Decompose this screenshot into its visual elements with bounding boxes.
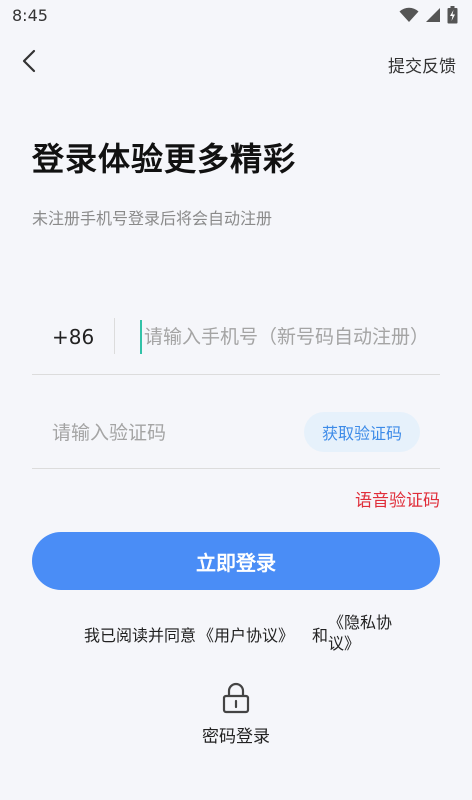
feedback-link[interactable]: 提交反馈 <box>388 52 456 77</box>
chevron-left-icon <box>22 49 36 77</box>
phone-input[interactable] <box>140 320 432 354</box>
agreement: 我已阅读并同意 《用户协议》 和 《隐私协议》 <box>50 612 420 656</box>
page-subtitle: 未注册手机号登录后将会自动注册 <box>32 209 273 228</box>
status-bar: 8:45 <box>0 0 472 34</box>
page-title: 登录体验更多精彩 <box>32 140 297 178</box>
verification-code-input[interactable] <box>52 416 282 450</box>
privacy-policy-link[interactable]: 《隐私协议》 <box>328 612 396 654</box>
password-login-label: 密码登录 <box>202 727 270 747</box>
user-agreement-link[interactable]: 《用户协议》 <box>198 622 294 646</box>
status-icons <box>399 6 458 24</box>
code-field-row: 获取验证码 <box>32 406 440 469</box>
login-screen: 8:45 提交反馈 登录体验更多精彩 未注册手机号登录后将会自动注册 +86 请… <box>0 0 472 800</box>
status-time: 8:45 <box>12 6 48 25</box>
wifi-icon <box>399 7 419 23</box>
password-login-button[interactable]: 密码登录 <box>196 680 276 750</box>
phone-divider <box>114 318 115 354</box>
agreement-checkbox[interactable] <box>50 624 70 644</box>
back-button[interactable] <box>14 48 44 78</box>
voice-code-link[interactable]: 语音验证码 <box>355 486 440 511</box>
lock-icon <box>222 682 250 714</box>
agreement-and: 和 <box>312 626 329 645</box>
agreement-prefix: 我已阅读并同意 <box>84 626 197 645</box>
phone-field-row: +86 <box>32 312 440 375</box>
get-code-button[interactable]: 获取验证码 <box>304 412 420 452</box>
signal-icon <box>425 7 441 23</box>
battery-icon <box>447 6 458 24</box>
country-code-selector[interactable]: +86 <box>52 325 94 349</box>
login-button[interactable]: 立即登录 <box>32 532 440 590</box>
